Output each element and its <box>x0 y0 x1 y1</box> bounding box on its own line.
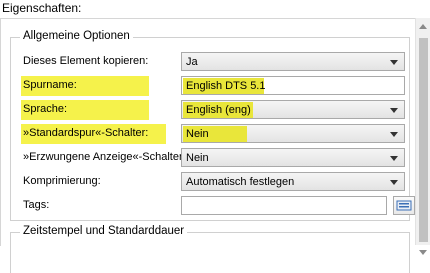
scroll-down-icon[interactable] <box>419 250 427 255</box>
general-options-group: Allgemeine Optionen Dieses Element kopie… <box>10 30 415 221</box>
row-tags: Tags: <box>23 196 418 216</box>
default-track-select[interactable]: Nein <box>181 124 405 143</box>
copy-element-label: Dieses Element kopieren: <box>23 55 149 67</box>
language-label: Sprache: <box>23 103 68 115</box>
forced-display-label: »Erzwungene Anzeige«-Schalter: <box>23 151 186 163</box>
tags-label: Tags: <box>23 199 50 211</box>
default-track-value: Nein <box>186 128 209 140</box>
track-name-value: English DTS 5.1 <box>186 80 266 92</box>
properties-panel: Allgemeine Optionen Dieses Element kopie… <box>0 18 416 273</box>
compression-select[interactable]: Automatisch festlegen <box>181 172 405 191</box>
browse-tags-button[interactable] <box>393 196 415 215</box>
forced-display-value: Nein <box>186 152 209 164</box>
copy-element-value: Ja <box>186 56 198 68</box>
properties-label: Eigenschaften: <box>2 1 82 15</box>
scroll-up-icon[interactable] <box>419 24 427 29</box>
general-options-title: Allgemeine Optionen <box>20 30 133 42</box>
language-select[interactable]: English (eng) <box>181 100 405 119</box>
timestamps-group: Zeitstempel und Standarddauer <box>10 225 410 273</box>
chevron-down-icon <box>390 180 398 185</box>
chevron-down-icon <box>390 156 398 161</box>
scroll-thumb[interactable] <box>419 38 428 242</box>
track-name-input[interactable]: English DTS 5.1 <box>181 76 405 95</box>
forced-display-select[interactable]: Nein <box>181 148 405 167</box>
chevron-down-icon <box>390 108 398 113</box>
tags-input[interactable] <box>181 196 387 215</box>
folder-icon <box>396 200 412 211</box>
language-value: English (eng) <box>186 104 251 116</box>
chevron-down-icon <box>390 60 398 65</box>
compression-label: Komprimierung: <box>23 175 101 187</box>
default-track-label: »Standardspur«-Schalter: <box>23 127 149 139</box>
chevron-down-icon <box>390 132 398 137</box>
vertical-scrollbar[interactable] <box>415 18 430 255</box>
copy-element-select[interactable]: Ja <box>181 52 405 71</box>
compression-value: Automatisch festlegen <box>186 176 295 188</box>
track-name-label: Spurname: <box>23 79 77 91</box>
timestamps-title: Zeitstempel und Standarddauer <box>20 225 188 237</box>
